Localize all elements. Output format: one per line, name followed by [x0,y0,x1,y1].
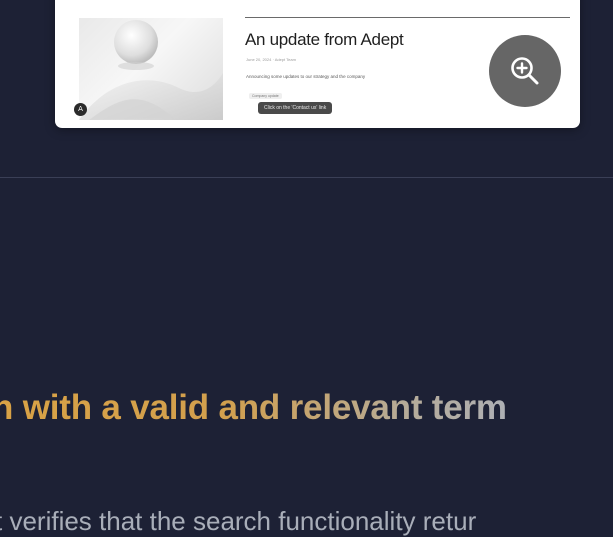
article-title[interactable]: An update from Adept [245,30,404,50]
article-tag[interactable]: Company update [249,93,282,99]
section-heading: h with a valid and relevant term [0,388,507,428]
section-divider [0,177,613,178]
card-divider [245,17,570,18]
article-thumbnail[interactable] [79,18,223,120]
abstract-3d-image [79,20,223,120]
zoom-button[interactable] [489,35,561,107]
article-description: Announcing some updates to our strategy … [246,74,366,79]
article-meta: June 20, 2024 · Adept Team [246,57,296,62]
zoom-in-icon [511,57,539,85]
thumbnail-badge: A [74,103,87,116]
action-tooltip: Click on the 'Contact us' link [258,102,333,114]
section-body-text: t verifies that the search functionality… [0,506,477,536]
